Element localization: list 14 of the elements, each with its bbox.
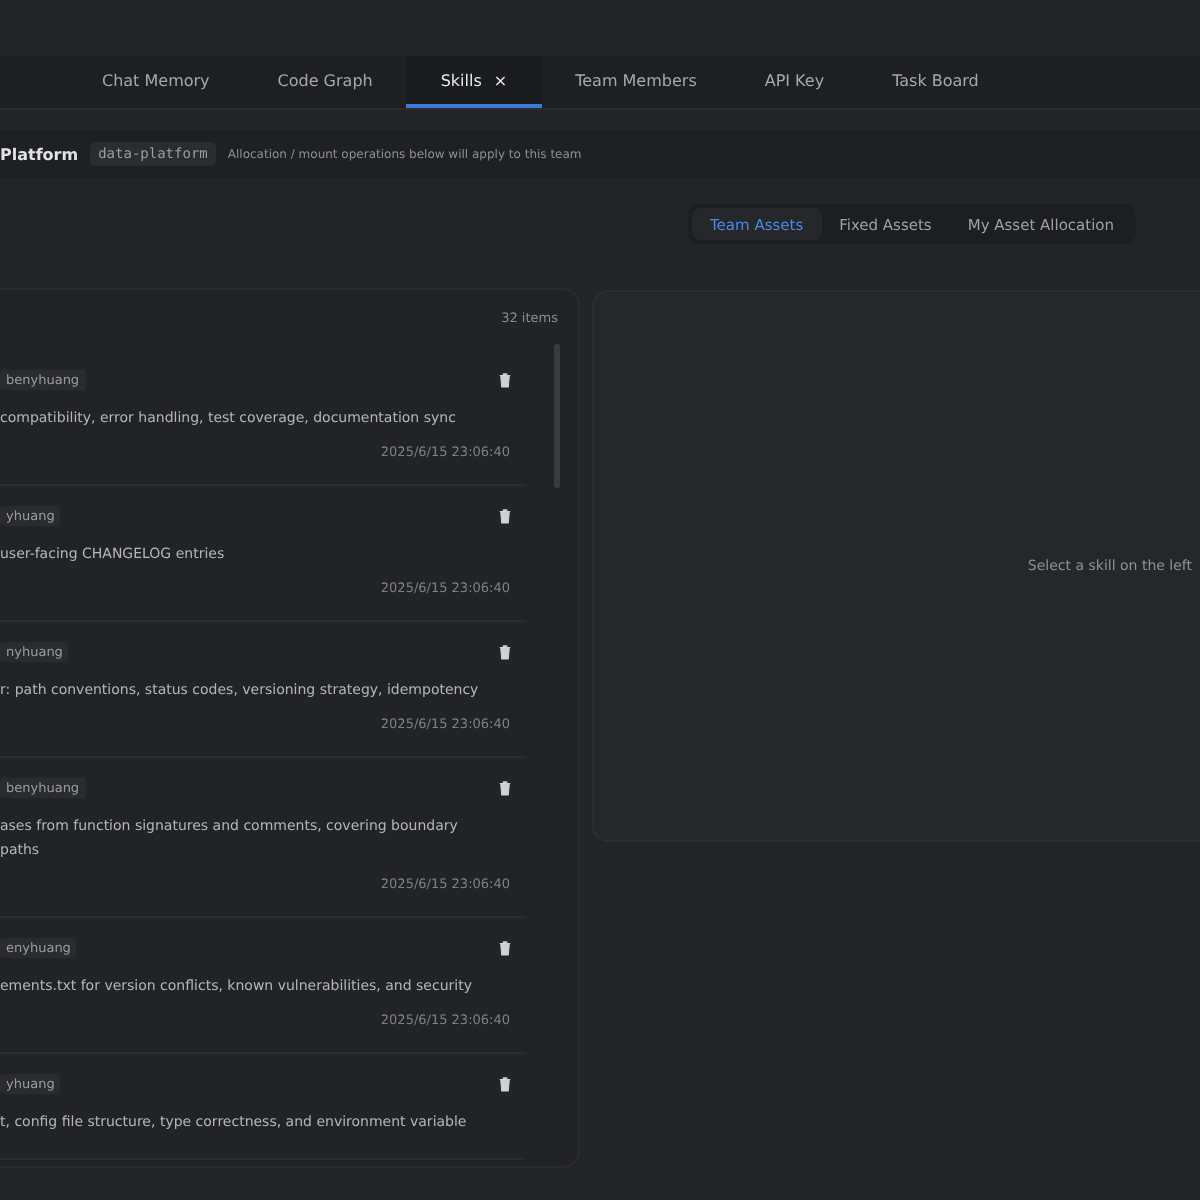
trash-icon[interactable] bbox=[498, 780, 512, 796]
trash-icon[interactable] bbox=[498, 644, 512, 660]
trash-icon[interactable] bbox=[498, 1076, 512, 1092]
tab[interactable]: Task Board bbox=[858, 56, 1013, 108]
tab[interactable]: Skills × bbox=[406, 56, 542, 108]
tab[interactable]: Team Members bbox=[541, 56, 731, 108]
tab[interactable]: API Key bbox=[730, 56, 859, 108]
tab[interactable]: Chat Memory bbox=[68, 56, 244, 108]
trash-icon[interactable] bbox=[498, 508, 512, 524]
trash-icon[interactable] bbox=[498, 372, 512, 388]
trash-icon[interactable] bbox=[498, 940, 512, 956]
team-name: Platform bbox=[0, 145, 79, 163]
tab[interactable]: Code Graph bbox=[243, 56, 407, 108]
close-icon[interactable]: × bbox=[493, 71, 508, 89]
